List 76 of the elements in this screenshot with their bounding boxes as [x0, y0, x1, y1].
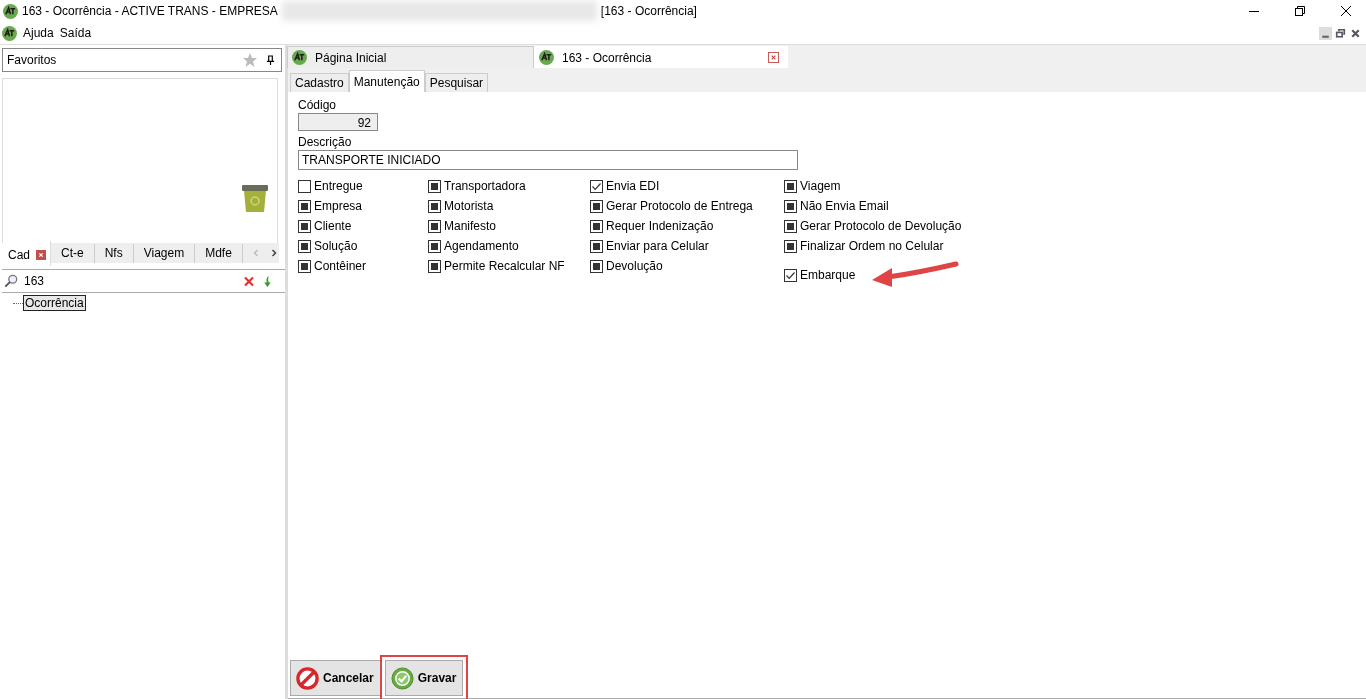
checkbox-label: Manifesto [444, 219, 497, 233]
restore-icon[interactable] [1294, 5, 1306, 17]
star-icon[interactable] [242, 52, 258, 68]
search-field[interactable]: 163 [2, 269, 285, 293]
search-icon [4, 274, 18, 288]
checkbox[interactable] [298, 219, 311, 233]
checkbox-label: Envia EDI [606, 179, 660, 193]
checkbox[interactable] [784, 219, 797, 233]
window-title: [163 - Ocorrência] [600, 4, 697, 18]
checkbox-label: Devolução [606, 259, 663, 273]
checkbox[interactable] [590, 199, 603, 213]
checkbox[interactable] [784, 179, 797, 193]
down-arrow-icon[interactable] [261, 274, 273, 288]
checkbox-label: Contêiner [314, 259, 367, 273]
menu-item[interactable]: Saída [59, 26, 92, 40]
pin-icon[interactable] [266, 54, 275, 66]
checkbox-label: Enviar para Celular [606, 239, 709, 253]
checkbox[interactable] [298, 179, 311, 193]
checkbox[interactable] [428, 239, 441, 253]
checkbox[interactable] [590, 259, 603, 273]
checkbox[interactable] [428, 199, 441, 213]
restore-icon[interactable] [1334, 26, 1347, 40]
no-entry-icon [296, 666, 319, 690]
checkbox[interactable] [590, 239, 603, 253]
checkbox-label: Transportadora [444, 179, 526, 193]
favorites-label: Favoritos [7, 53, 58, 67]
checkbox[interactable] [428, 219, 441, 233]
description-field[interactable]: TRANSPORTE INICIADO [298, 150, 798, 170]
trash-can-icon[interactable] [239, 182, 271, 214]
form-tab[interactable]: Pesquisar [424, 73, 489, 92]
checkbox-label: Viagem [800, 179, 841, 193]
checkmark-icon [390, 666, 414, 690]
checkbox-label: Entregue [314, 179, 363, 193]
field-label: Descrição [298, 135, 353, 150]
checkbox-label: Gerar Protocolo de Devolução [800, 219, 962, 233]
checkbox-label: Empresa [314, 199, 363, 213]
code-field[interactable]: 92 [298, 113, 378, 131]
window-title: 163 - Ocorrência - ACTIVE TRANS - EMPRESA [22, 4, 278, 18]
checkbox[interactable] [784, 239, 797, 253]
form-tab[interactable]: Manutenção [348, 70, 425, 92]
tree-item[interactable]: Ocorrência [23, 295, 86, 311]
document-tab[interactable]: Página Inicial [287, 46, 534, 68]
clear-icon[interactable] [243, 274, 255, 288]
close-icon[interactable] [1340, 5, 1352, 17]
app-logo-icon [2, 25, 17, 41]
app-logo-icon [539, 50, 554, 65]
favorites-field[interactable]: Favoritos [2, 48, 282, 72]
checkbox-label: Motorista [444, 199, 494, 213]
checkbox-label: Finalizar Ordem no Celular [800, 239, 944, 253]
checkbox[interactable] [784, 199, 797, 213]
document-tab[interactable]: 163 - Ocorrência [534, 46, 788, 68]
checkbox[interactable] [590, 179, 603, 193]
cancel-button[interactable]: Cancelar [290, 660, 381, 696]
checkbox-label: Permite Recalcular NF [444, 259, 565, 273]
checkbox-label: Requer Indenização [606, 219, 714, 233]
checkbox[interactable] [298, 199, 311, 213]
field-label: Código [298, 98, 338, 113]
checkbox[interactable] [428, 259, 441, 273]
checkbox-label: Gerar Protocolo de Entrega [606, 199, 753, 213]
sidebar-tab[interactable]: Cad [2, 240, 51, 266]
checkbox-label: Agendamento [444, 239, 519, 253]
app-logo-icon [3, 3, 18, 19]
checkbox[interactable] [784, 269, 797, 282]
menu-item[interactable]: Ajuda [23, 26, 54, 40]
checkbox-label: Solução [314, 239, 358, 253]
checkbox-label: Cliente [314, 219, 352, 233]
app-logo-icon [292, 50, 307, 65]
search-value: 163 [24, 274, 46, 288]
checkbox-label: Não Envia Email [800, 199, 889, 213]
close-icon[interactable] [1349, 26, 1362, 40]
checkbox[interactable] [428, 179, 441, 193]
checkbox-label: Embarque [800, 268, 856, 282]
form-tab[interactable]: Cadastro [290, 73, 349, 92]
checkbox[interactable] [298, 259, 311, 273]
checkbox[interactable] [590, 219, 603, 233]
checkbox[interactable] [298, 239, 311, 253]
